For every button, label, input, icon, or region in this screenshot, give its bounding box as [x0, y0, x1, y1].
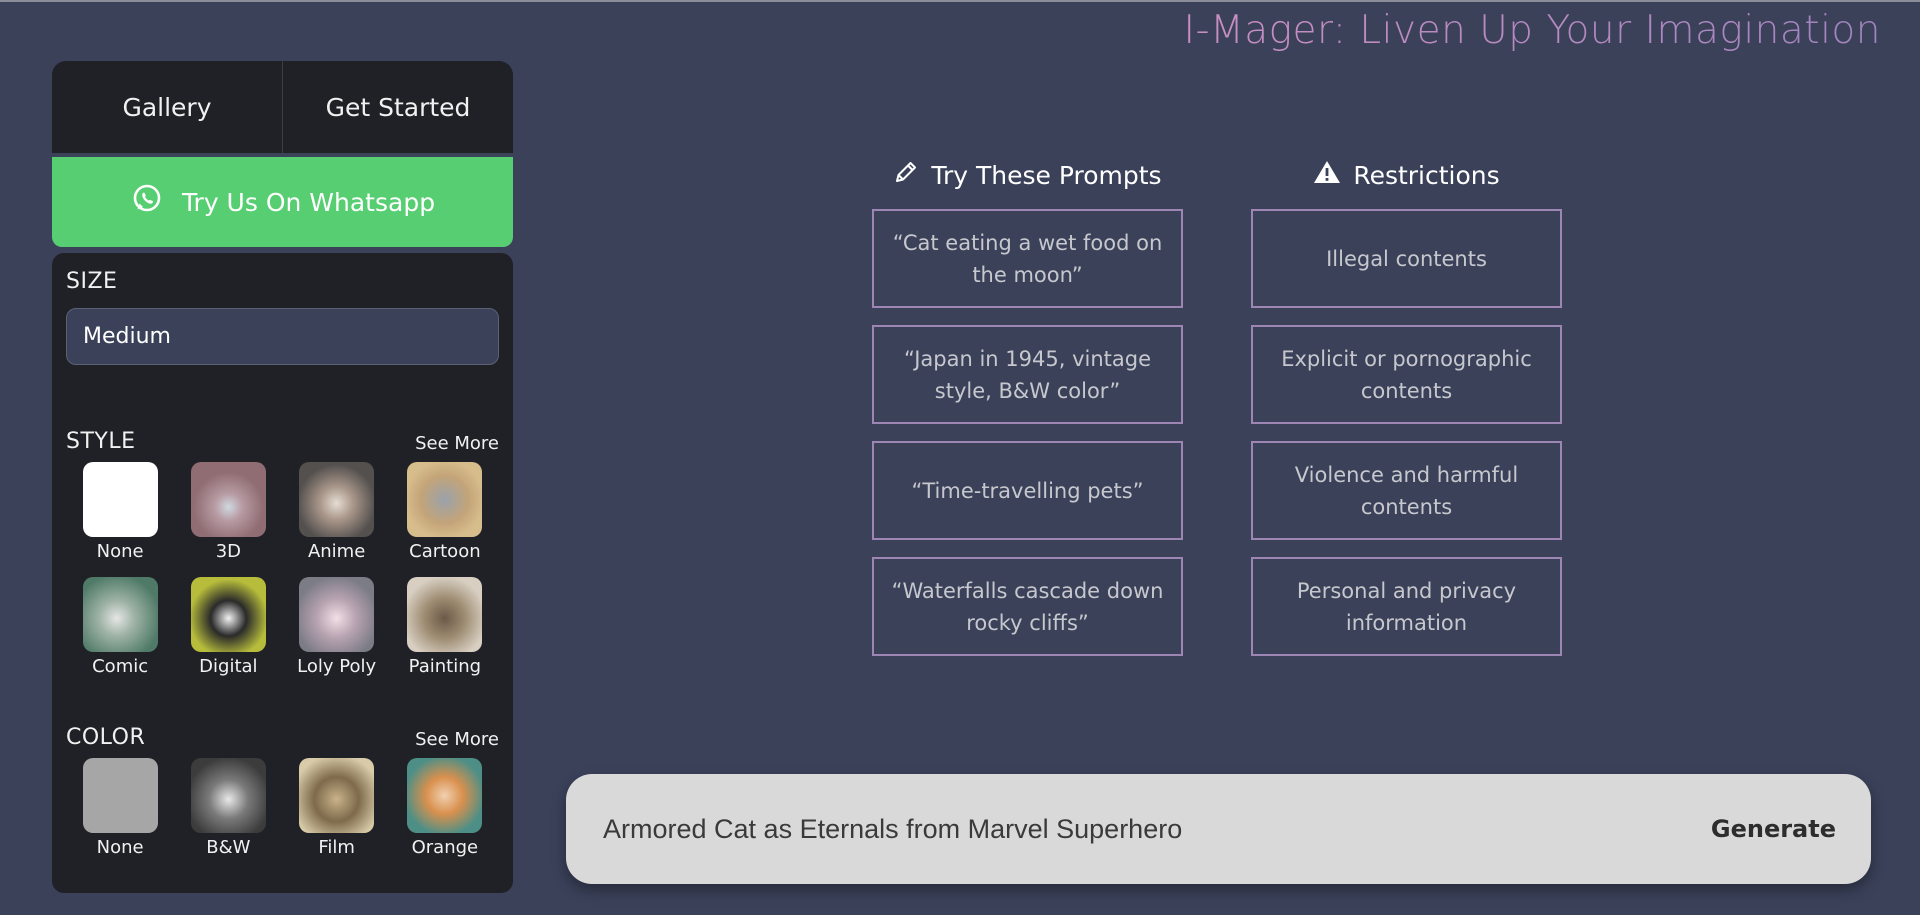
pencil-icon: [893, 159, 919, 191]
prompts-column: Try These Prompts “Cat eating a wet food…: [872, 158, 1183, 656]
whatsapp-icon: [130, 182, 164, 222]
color-option-film[interactable]: Film: [283, 758, 391, 858]
color-option-label: Film: [318, 837, 355, 858]
style-option-comic[interactable]: Comic: [66, 577, 174, 677]
restriction-item: Explicit or pornographic contents: [1251, 325, 1562, 424]
restriction-item: Violence and harmful contents: [1251, 441, 1562, 540]
style-see-more-link[interactable]: See More: [415, 433, 499, 454]
style-header: STYLE See More: [66, 429, 499, 454]
restriction-item: Illegal contents: [1251, 209, 1562, 308]
tab-get-started[interactable]: Get Started: [282, 61, 513, 153]
color-thumbnail-bw: [190, 758, 266, 833]
style-grid: None 3D Anime Cartoon Comic Digital Loly…: [66, 462, 499, 677]
style-option-label: Loly Poly: [297, 656, 377, 677]
restrictions-column: Restrictions Illegal contents Explicit o…: [1251, 158, 1562, 656]
style-option-digital[interactable]: Digital: [174, 577, 282, 677]
style-option-label: Cartoon: [409, 541, 481, 562]
prompts-heading: Try These Prompts: [872, 158, 1183, 192]
style-option-label: Anime: [307, 541, 366, 562]
generate-button[interactable]: Generate: [1711, 815, 1836, 843]
warning-icon: [1313, 159, 1341, 191]
style-option-painting[interactable]: Painting: [391, 577, 499, 677]
style-option-label: 3D: [215, 541, 242, 562]
style-thumbnail-none: [82, 462, 158, 537]
color-see-more-link[interactable]: See More: [415, 729, 499, 750]
prompt-bar: Generate: [566, 774, 1871, 884]
color-thumbnail-orange: [407, 758, 483, 833]
window-top-border: [0, 0, 1920, 2]
style-option-label: None: [96, 541, 144, 562]
style-thumbnail-cartoon: [407, 462, 483, 537]
color-option-none[interactable]: None: [66, 758, 174, 858]
restriction-item: Personal and privacy information: [1251, 557, 1562, 656]
nav-tabs: Gallery Get Started: [52, 61, 513, 153]
tab-gallery[interactable]: Gallery: [52, 61, 282, 153]
whatsapp-label: Try Us On Whatsapp: [181, 187, 436, 217]
color-header: COLOR See More: [66, 725, 499, 750]
color-option-orange[interactable]: Orange: [391, 758, 499, 858]
prompts-title: Try These Prompts: [931, 160, 1162, 190]
size-select[interactable]: Medium: [66, 308, 499, 365]
prompt-suggestion[interactable]: “Cat eating a wet food on the moon”: [872, 209, 1183, 308]
size-label: SIZE: [66, 269, 118, 294]
style-option-loly-poly[interactable]: Loly Poly: [283, 577, 391, 677]
prompt-suggestion[interactable]: “Waterfalls cascade down rocky cliffs”: [872, 557, 1183, 656]
color-option-bw[interactable]: B&W: [174, 758, 282, 858]
style-option-none[interactable]: None: [66, 462, 174, 562]
style-option-3d[interactable]: 3D: [174, 462, 282, 562]
color-label: COLOR: [66, 725, 146, 750]
style-label: STYLE: [66, 429, 136, 454]
style-option-label: Digital: [199, 656, 258, 677]
style-option-cartoon[interactable]: Cartoon: [391, 462, 499, 562]
style-option-label: Comic: [92, 656, 149, 677]
color-option-label: Orange: [411, 837, 479, 858]
sidebar: Gallery Get Started Try Us On Whatsapp S…: [52, 61, 513, 893]
color-option-label: None: [96, 837, 144, 858]
style-thumbnail-loly-poly: [299, 577, 375, 652]
prompt-suggestion[interactable]: “Time-travelling pets”: [872, 441, 1183, 540]
color-option-label: B&W: [206, 837, 251, 858]
style-thumbnail-comic: [82, 577, 158, 652]
restrictions-title: Restrictions: [1353, 160, 1500, 190]
style-option-label: Painting: [408, 656, 482, 677]
options-panel: SIZE Medium STYLE See More None 3D Anime…: [52, 253, 513, 893]
prompt-suggestion[interactable]: “Japan in 1945, vintage style, B&W color…: [872, 325, 1183, 424]
color-thumbnail-none: [82, 758, 158, 833]
style-thumbnail-painting: [407, 577, 483, 652]
style-thumbnail-anime: [299, 462, 375, 537]
style-thumbnail-3d: [190, 462, 266, 537]
style-option-anime[interactable]: Anime: [283, 462, 391, 562]
app-title: I-Mager: Liven Up Your Imagination: [1183, 8, 1881, 53]
style-thumbnail-digital: [190, 577, 266, 652]
whatsapp-button[interactable]: Try Us On Whatsapp: [52, 157, 513, 247]
prompt-input[interactable]: [601, 812, 1711, 846]
color-grid: None B&W Film Orange: [66, 758, 499, 858]
color-thumbnail-film: [299, 758, 375, 833]
restrictions-heading: Restrictions: [1251, 158, 1562, 192]
